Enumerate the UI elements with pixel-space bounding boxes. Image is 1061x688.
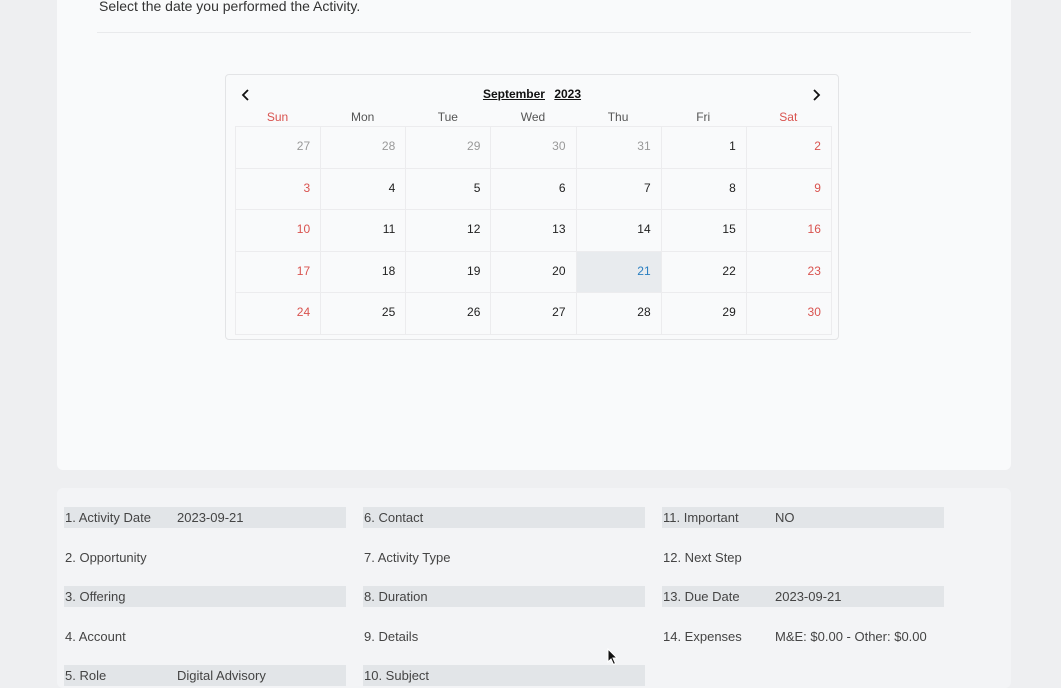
field-label: 5. Role xyxy=(65,668,107,683)
calendar-day[interactable]: 30 xyxy=(745,292,832,335)
field-value: M&E: $0.00 - Other: $0.00 xyxy=(775,629,927,644)
field-label: 8. Duration xyxy=(364,589,428,604)
summary-field: 10. Subject xyxy=(363,665,645,686)
summary-field: 11. Important NO xyxy=(662,507,944,528)
calendar: September 2023 Sun Mon Tue Wed Thu Fri Sat 27 2… xyxy=(225,74,839,340)
field-label: 14. Expenses xyxy=(663,629,742,644)
calendar-day[interactable]: 11 xyxy=(320,209,407,252)
calendar-day[interactable]: 14 xyxy=(575,209,662,252)
instruction-text: Select the date you performed the Activi… xyxy=(99,0,361,14)
calendar-day[interactable]: 13 xyxy=(490,209,577,252)
calendar-day[interactable]: 16 xyxy=(745,209,832,252)
calendar-day[interactable]: 25 xyxy=(320,292,407,335)
calendar-day[interactable]: 23 xyxy=(745,250,832,293)
next-month-button[interactable] xyxy=(806,85,826,105)
calendar-day[interactable]: 6 xyxy=(490,167,577,210)
day-grid: 27 28 29 30 31 1 2 3 4 5 6 7 8 9 10 11 12 13 14 15 16 17 18 19 2… xyxy=(235,126,832,335)
weekday-sun: Sun xyxy=(266,110,289,124)
field-label: 2. Opportunity xyxy=(65,550,147,565)
divider xyxy=(97,32,971,33)
calendar-day[interactable]: 1 xyxy=(660,126,747,169)
calendar-day[interactable]: 27 xyxy=(490,292,577,335)
summary-field: 9. Details xyxy=(363,626,645,647)
calendar-day-other-month[interactable]: 31 xyxy=(575,126,662,169)
calendar-day[interactable]: 8 xyxy=(660,167,747,210)
field-value: 2023-09-21 xyxy=(177,510,244,525)
weekday-mon: Mon xyxy=(351,110,375,124)
calendar-day[interactable]: 20 xyxy=(490,250,577,293)
calendar-day[interactable]: 10 xyxy=(235,209,322,252)
summary-field: 3. Offering xyxy=(64,586,346,607)
calendar-day[interactable]: 4 xyxy=(320,167,407,210)
calendar-day-other-month[interactable]: 29 xyxy=(405,126,492,169)
field-label: 10. Subject xyxy=(364,668,430,683)
calendar-day[interactable]: 22 xyxy=(660,250,747,293)
summary-field: 14. Expenses M&E: $0.00 - Other: $0.00 xyxy=(662,626,944,647)
summary-field: 6. Contact xyxy=(363,507,645,528)
chevron-right-icon xyxy=(813,89,821,101)
weekday-wed: Wed xyxy=(520,110,546,124)
calendar-day[interactable]: 24 xyxy=(235,292,322,335)
calendar-day[interactable]: 15 xyxy=(660,209,747,252)
summary-field: 8. Duration xyxy=(363,586,645,607)
field-label: 13. Due Date xyxy=(663,589,740,604)
field-label: 12. Next Step xyxy=(663,550,742,565)
calendar-day[interactable]: 17 xyxy=(235,250,322,293)
field-label: 7. Activity Type xyxy=(364,550,451,565)
calendar-day[interactable]: 12 xyxy=(405,209,492,252)
summary-field: 2. Opportunity xyxy=(64,547,346,568)
calendar-day[interactable]: 3 xyxy=(235,167,322,210)
calendar-day[interactable]: 21 xyxy=(575,250,662,293)
calendar-day[interactable]: 5 xyxy=(405,167,492,210)
calendar-day[interactable]: 26 xyxy=(405,292,492,335)
calendar-day-other-month[interactable]: 28 xyxy=(320,126,407,169)
summary-field: 4. Account xyxy=(64,626,346,647)
calendar-day-other-month[interactable]: 30 xyxy=(490,126,577,169)
field-label: 4. Account xyxy=(65,629,126,644)
weekday-tue: Tue xyxy=(437,110,458,124)
calendar-day[interactable]: 18 xyxy=(320,250,407,293)
field-label: 11. Important xyxy=(663,510,739,525)
calendar-day[interactable]: 7 xyxy=(575,167,662,210)
summary-field: 12. Next Step xyxy=(662,547,944,568)
calendar-day[interactable]: 28 xyxy=(575,292,662,335)
weekday-sat: Sat xyxy=(779,110,798,124)
field-label: 9. Details xyxy=(364,629,419,644)
field-value: 2023-09-21 xyxy=(775,589,842,604)
summary-field: 5. Role Digital Advisory xyxy=(64,665,346,686)
weekday-header: Sun Mon Tue Wed Thu Fri Sat xyxy=(235,110,831,126)
calendar-day-other-month[interactable]: 27 xyxy=(235,126,322,169)
field-label: 6. Contact xyxy=(364,510,424,525)
calendar-day[interactable]: 29 xyxy=(660,292,747,335)
calendar-day[interactable]: 2 xyxy=(745,126,832,169)
year-selector[interactable]: 2023 xyxy=(554,87,581,101)
field-value: Digital Advisory xyxy=(177,668,266,683)
month-selector[interactable]: September xyxy=(483,87,545,101)
field-label: 3. Offering xyxy=(65,589,126,604)
weekday-thu: Thu xyxy=(607,110,629,124)
summary-field: 13. Due Date 2023-09-21 xyxy=(662,586,944,607)
summary-field: 7. Activity Type xyxy=(363,547,645,568)
calendar-day[interactable]: 9 xyxy=(745,167,832,210)
weekday-fri: Fri xyxy=(696,110,711,124)
calendar-day[interactable]: 19 xyxy=(405,250,492,293)
calendar-title: September 2023 xyxy=(226,87,838,101)
field-value: NO xyxy=(775,510,795,525)
summary-field: 1. Activity Date 2023-09-21 xyxy=(64,507,346,528)
field-label: 1. Activity Date xyxy=(65,510,151,525)
mouse-cursor-icon xyxy=(607,648,619,666)
